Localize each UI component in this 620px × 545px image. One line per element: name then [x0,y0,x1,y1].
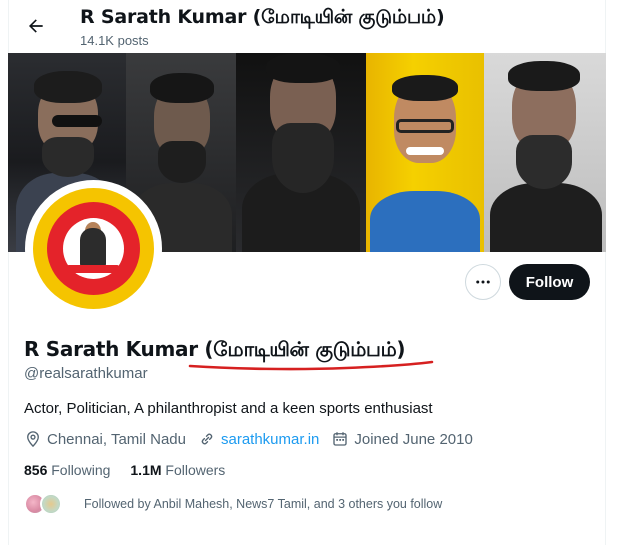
followers-label: Followers [165,462,226,478]
avatar-logo-image [33,188,154,309]
website-link[interactable]: sarathkumar.in [221,431,319,448]
profile-header-bar: R Sarath Kumar (மோடியின் குடும்பம்) 14.1… [8,0,606,53]
followed-by-text: Followed by Anbil Mahesh, News7 Tamil, a… [84,497,443,511]
location-text: Chennai, Tamil Nadu [47,430,186,448]
profile-bio: Actor, Politician, A philanthropist and … [24,400,433,417]
more-options-button[interactable] [465,264,501,300]
banner-portrait-3 [236,53,366,252]
ellipsis-icon [476,280,490,284]
followed-by-row[interactable]: Followed by Anbil Mahesh, News7 Tamil, a… [24,492,442,516]
location-item: Chennai, Tamil Nadu [24,430,186,448]
followers-count: 1.1M [130,462,162,478]
profile-avatar[interactable] [25,180,162,317]
profile-meta-row: Chennai, Tamil Nadu sarathkumar.in Joine… [24,430,485,448]
header-post-count: 14.1K posts [80,33,149,48]
following-label: Following [51,462,111,478]
follow-stats: 856 Following 1.1M Followers [24,462,245,478]
followers-link[interactable]: 1.1M Followers [130,462,225,478]
header-profile-name: R Sarath Kumar (மோடியின் குடும்பம்) [80,6,445,28]
website-item[interactable]: sarathkumar.in [198,430,319,448]
following-count: 856 [24,462,48,478]
joined-date: Joined June 2010 [354,430,473,448]
banner-portrait-5 [484,53,606,252]
avatar [40,493,62,515]
joined-item: Joined June 2010 [331,430,473,448]
mutual-follower-avatars [24,492,76,516]
arrow-left-icon [29,19,43,33]
red-underline-annotation [188,360,434,371]
location-pin-icon [27,431,39,448]
banner-portrait-4 [366,53,484,252]
following-link[interactable]: 856 Following [24,462,110,478]
link-icon [201,433,213,445]
calendar-icon [333,432,348,446]
back-button[interactable] [22,12,50,40]
follow-button[interactable]: Follow [509,264,590,300]
profile-handle: @realsarathkumar [24,365,148,382]
